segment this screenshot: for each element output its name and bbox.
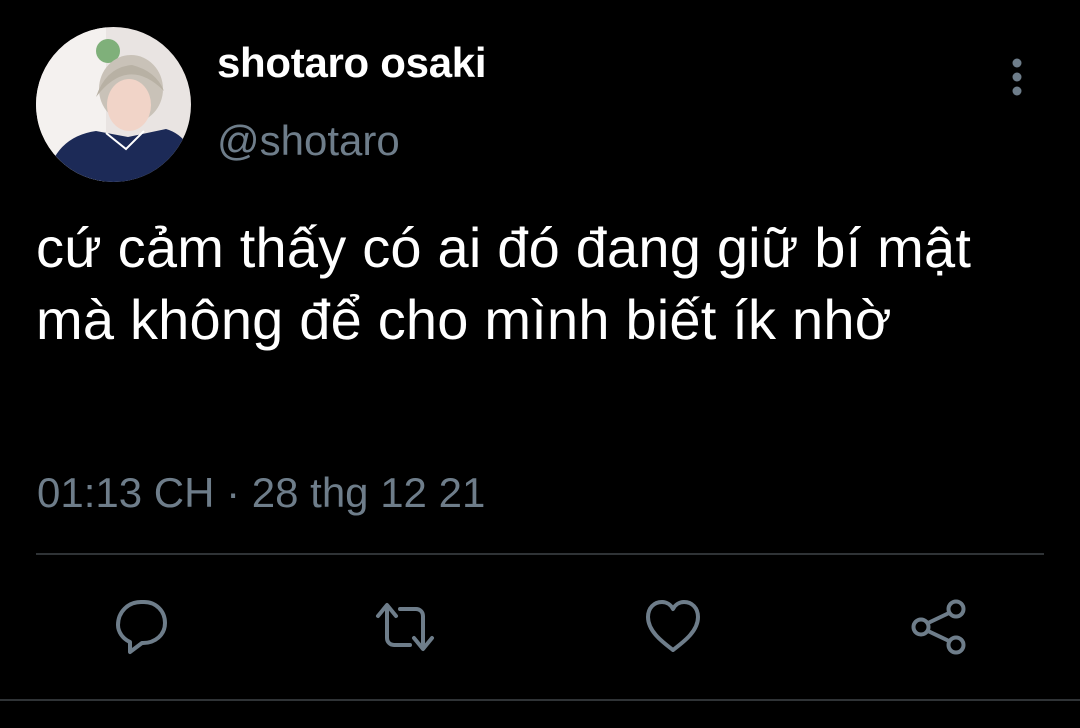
more-vertical-icon (1012, 58, 1022, 96)
share-icon (911, 599, 966, 655)
user-handle[interactable]: @shotaro (217, 120, 400, 162)
share-button[interactable] (908, 596, 970, 658)
display-name[interactable]: shotaro osaki (217, 42, 486, 84)
retweet-icon (376, 603, 434, 651)
avatar-image (36, 27, 191, 182)
retweet-button[interactable] (374, 596, 436, 658)
avatar[interactable] (36, 27, 191, 182)
heart-icon (646, 600, 700, 652)
more-options-button[interactable] (996, 55, 1038, 99)
reply-icon (116, 600, 167, 654)
reply-button[interactable] (110, 596, 172, 658)
tweet-text: cứ cảm thấy có ai đó đang giữ bí mật mà … (36, 216, 972, 351)
like-button[interactable] (642, 596, 704, 658)
divider (0, 699, 1080, 701)
divider (36, 553, 1044, 555)
tweet-timestamp[interactable]: 01:13 CH · 28 thg 12 21 (37, 472, 485, 514)
